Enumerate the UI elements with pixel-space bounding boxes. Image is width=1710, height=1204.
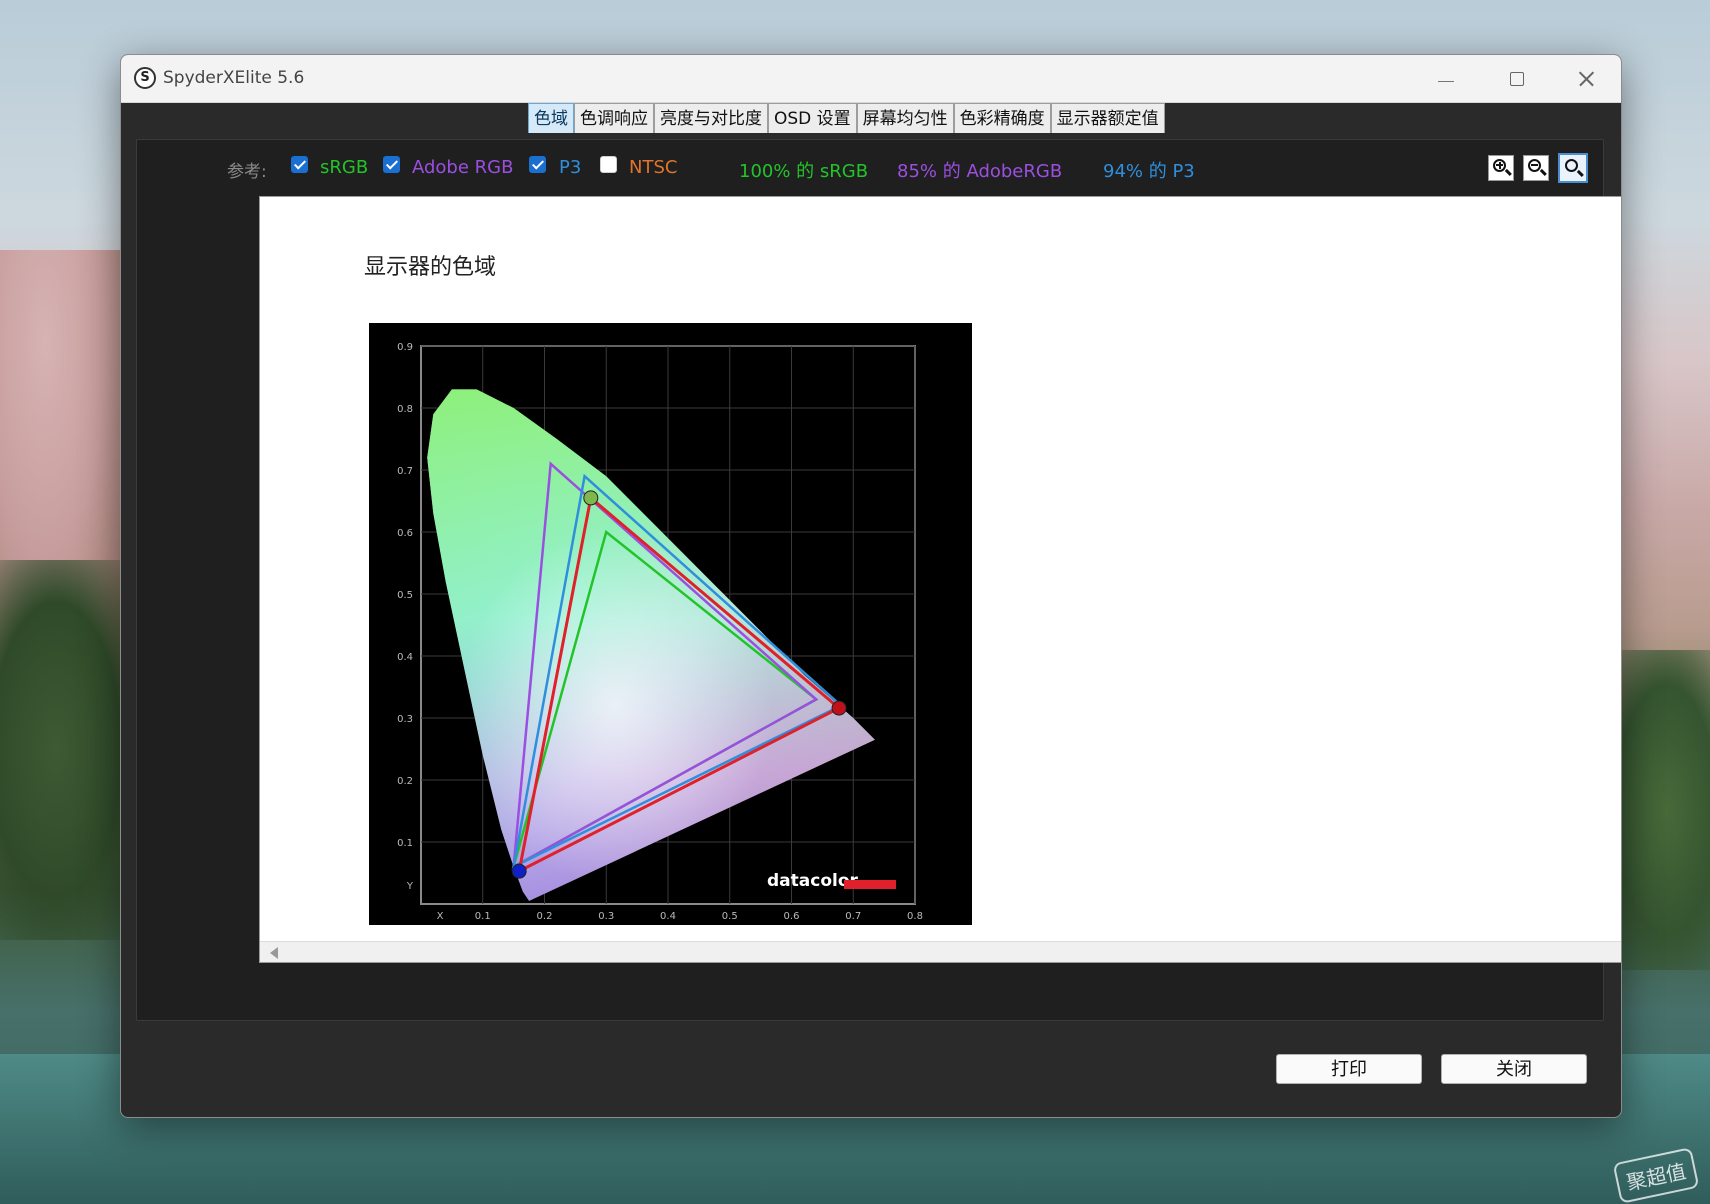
tab-color-accuracy[interactable]: 色彩精确度: [953, 103, 1051, 133]
zoom-fit-icon[interactable]: [1558, 153, 1588, 183]
x-tick-label: 0.1: [475, 911, 491, 922]
x-axis-label: X: [437, 911, 444, 922]
p3-coverage: 94% 的 P3: [1103, 161, 1195, 182]
y-tick-label: 0.3: [397, 714, 413, 725]
y-tick-label: 0.4: [397, 652, 413, 663]
title-bar[interactable]: S SpyderXElite 5.6: [121, 55, 1621, 103]
horizontal-scrollbar[interactable]: [260, 941, 1621, 962]
reference-label: 参考:: [227, 162, 267, 182]
primary-point: [583, 490, 599, 506]
p3-checkbox[interactable]: [529, 156, 546, 173]
x-tick-label: 0.5: [722, 911, 738, 922]
adobe-rgb-label[interactable]: Adobe RGB: [412, 157, 513, 178]
srgb-checkbox[interactable]: [291, 156, 308, 173]
window-title: SpyderXElite 5.6: [163, 68, 305, 88]
ntsc-label[interactable]: NTSC: [629, 157, 677, 178]
adobe-rgb-checkbox[interactable]: [383, 156, 400, 173]
tab-gamut[interactable]: 色域: [528, 103, 574, 133]
report-title: 显示器的色域: [364, 255, 497, 280]
desktop-trees-left: [0, 560, 140, 940]
maximize-button[interactable]: [1488, 61, 1544, 95]
primary-point: [511, 863, 527, 879]
x-tick-label: 0.2: [537, 911, 553, 922]
scroll-left-icon[interactable]: [270, 947, 278, 959]
tab-bar: 色域 色调响应 亮度与对比度 OSD 设置 屏幕均匀性 色彩精确度 显示器额定值: [528, 101, 1165, 135]
srgb-coverage: 100% 的 sRGB: [739, 161, 869, 182]
tab-tone-response[interactable]: 色调响应: [574, 103, 654, 133]
primary-point: [831, 700, 847, 716]
y-tick-label: 0.2: [397, 776, 413, 787]
x-tick-label: 0.8: [907, 911, 923, 922]
x-tick-label: 0.3: [598, 911, 614, 922]
report-view: 显示器的色域 0.1 0.2 0.3 0.4 0.5 0.6 0.7 0.8 0…: [259, 196, 1621, 963]
tab-brightness-contrast[interactable]: 亮度与对比度: [654, 103, 768, 133]
close-window-button[interactable]: [1557, 61, 1613, 95]
y-tick-label: 0.7: [397, 466, 413, 477]
minimize-button[interactable]: [1417, 61, 1473, 95]
y-tick-label: 0.6: [397, 528, 413, 539]
x-tick-label: 0.6: [784, 911, 800, 922]
tab-display-rating[interactable]: 显示器额定值: [1050, 103, 1165, 133]
zoom-in-icon[interactable]: [1488, 155, 1514, 181]
zoom-out-icon[interactable]: [1523, 155, 1549, 181]
ntsc-checkbox[interactable]: [600, 156, 617, 173]
y-tick-label: 0.8: [397, 404, 413, 415]
y-axis-label: Y: [406, 881, 414, 892]
app-logo-icon: S: [134, 67, 156, 89]
srgb-label[interactable]: sRGB: [320, 157, 368, 178]
white-point-glow: [427, 389, 875, 901]
reference-row: 参考: sRGB Adobe RGB P3 NTSC 100% 的 sRGB 8…: [137, 140, 1603, 190]
gamut-svg: 0.1 0.2 0.3 0.4 0.5 0.6 0.7 0.8 0.1 0.2 0.3 0.4 0.5 0…: [397, 342, 923, 922]
close-button[interactable]: 关闭: [1441, 1054, 1587, 1084]
p3-label[interactable]: P3: [559, 157, 581, 178]
app-window: S SpyderXElite 5.6 色域 色调响应 亮度与对比度 OSD 设置…: [120, 54, 1622, 1118]
tab-screen-uniformity[interactable]: 屏幕均匀性: [856, 103, 954, 133]
y-tick-label: 0.1: [397, 838, 413, 849]
gamut-chart: 0.1 0.2 0.3 0.4 0.5 0.6 0.7 0.8 0.1 0.2 0.3 0.4 0.5 0…: [369, 323, 972, 925]
y-tick-label: 0.9: [397, 342, 413, 353]
tab-osd-settings[interactable]: OSD 设置: [768, 103, 857, 133]
y-tick-label: 0.5: [397, 590, 413, 601]
x-tick-label: 0.7: [845, 911, 861, 922]
datacolor-logo-bar: [844, 880, 896, 889]
x-tick-label: 0.4: [660, 911, 676, 922]
adobergb-coverage: 85% 的 AdobeRGB: [897, 161, 1063, 182]
print-button[interactable]: 打印: [1276, 1054, 1422, 1084]
